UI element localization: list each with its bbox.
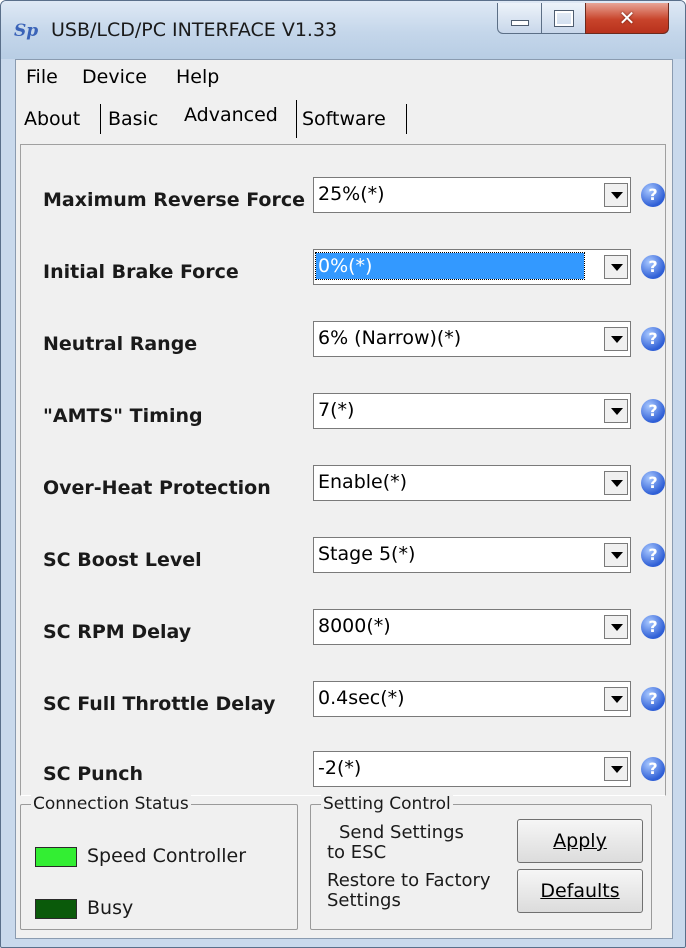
restore-line-2: Settings <box>327 890 401 911</box>
send-line-1: Send Settings <box>339 822 464 843</box>
advanced-settings-panel: Maximum Reverse Force 25%(*) ? Initial B… <box>20 144 666 796</box>
group-title: Connection Status <box>31 794 191 814</box>
help-icon[interactable]: ? <box>641 757 665 781</box>
tab-basic[interactable]: Basic <box>108 108 158 130</box>
chevron-down-icon[interactable] <box>604 183 628 207</box>
select-value: 7(*) <box>318 399 355 421</box>
sc-boost-level-select[interactable]: Stage 5(*) <box>313 537 631 573</box>
close-icon: ✕ <box>618 6 636 30</box>
setting-label: SC Boost Level <box>43 549 202 571</box>
select-value: 6% (Narrow)(*) <box>318 327 462 349</box>
app-icon: Sp <box>14 21 39 41</box>
help-icon[interactable]: ? <box>641 255 665 279</box>
sc-rpm-delay-select[interactable]: 8000(*) <box>313 609 631 645</box>
setting-label: Maximum Reverse Force <box>43 189 305 211</box>
select-value: Enable(*) <box>318 471 408 493</box>
chevron-down-icon[interactable] <box>604 327 628 351</box>
setting-label: Initial Brake Force <box>43 261 239 283</box>
select-value: 8000(*) <box>318 615 391 637</box>
title-bar[interactable]: Sp USB/LCD/PC INTERFACE V1.33 ✕ <box>1 1 685 59</box>
maximum-reverse-force-select[interactable]: 25%(*) <box>313 177 631 213</box>
minimize-icon <box>511 20 529 26</box>
select-value: 0%(*) <box>315 252 585 280</box>
setting-label: Neutral Range <box>43 333 198 355</box>
over-heat-protection-select[interactable]: Enable(*) <box>313 465 631 501</box>
tab-about[interactable]: About <box>24 108 80 130</box>
help-icon[interactable]: ? <box>641 183 665 207</box>
tab-divider <box>296 100 297 138</box>
chevron-down-icon[interactable] <box>604 471 628 495</box>
chevron-down-icon[interactable] <box>604 757 628 781</box>
close-button[interactable]: ✕ <box>585 3 669 34</box>
speed-controller-label: Speed Controller <box>87 845 247 867</box>
setting-label: Over-Heat Protection <box>43 477 271 499</box>
sc-punch-select[interactable]: -2(*) <box>313 751 631 787</box>
initial-brake-force-select[interactable]: 0%(*) <box>313 249 631 285</box>
client-area: File Device Help About Basic Advanced So… <box>15 59 673 939</box>
tab-divider <box>100 104 101 134</box>
setting-label: SC RPM Delay <box>43 621 192 643</box>
help-icon[interactable]: ? <box>641 615 665 639</box>
menu-device[interactable]: Device <box>82 66 147 88</box>
window-title: USB/LCD/PC INTERFACE V1.33 <box>51 19 338 41</box>
defaults-label: Defaults <box>540 880 620 902</box>
setting-label: SC Punch <box>43 763 144 785</box>
busy-led <box>35 899 77 919</box>
help-icon[interactable]: ? <box>641 471 665 495</box>
select-value: Stage 5(*) <box>318 543 416 565</box>
setting-label: SC Full Throttle Delay <box>43 693 276 715</box>
chevron-down-icon[interactable] <box>604 687 628 711</box>
busy-label: Busy <box>87 897 134 919</box>
amts-timing-select[interactable]: 7(*) <box>313 393 631 429</box>
setting-control-group: Setting Control Send Settings to ESC Res… <box>310 794 652 930</box>
speed-controller-led <box>35 847 77 867</box>
send-settings-text: Send Settings to ESC <box>327 823 464 863</box>
tab-divider <box>406 104 407 134</box>
chevron-down-icon[interactable] <box>604 615 628 639</box>
tab-software[interactable]: Software <box>302 108 386 130</box>
group-title: Setting Control <box>321 794 453 814</box>
defaults-button[interactable]: Defaults <box>517 869 643 913</box>
restore-line-1: Restore to Factory <box>327 870 491 891</box>
menu-bar: File Device Help <box>16 60 672 92</box>
menu-file[interactable]: File <box>26 66 58 88</box>
maximize-icon <box>554 9 574 27</box>
sc-full-throttle-delay-select[interactable]: 0.4sec(*) <box>313 681 631 717</box>
chevron-down-icon[interactable] <box>604 399 628 423</box>
app-window: Sp USB/LCD/PC INTERFACE V1.33 ✕ File Dev… <box>0 0 686 948</box>
setting-label: "AMTS" Timing <box>43 405 203 427</box>
tab-strip: About Basic Advanced Software <box>16 92 672 144</box>
menu-help[interactable]: Help <box>176 66 219 88</box>
select-value: -2(*) <box>318 757 362 779</box>
chevron-down-icon[interactable] <box>604 255 628 279</box>
apply-label: Apply <box>553 830 607 852</box>
help-icon[interactable]: ? <box>641 687 665 711</box>
help-icon[interactable]: ? <box>641 543 665 567</box>
select-value: 25%(*) <box>318 183 385 205</box>
help-icon[interactable]: ? <box>641 399 665 423</box>
send-line-2: to ESC <box>327 842 387 863</box>
restore-factory-text: Restore to Factory Settings <box>327 871 491 911</box>
tab-advanced[interactable]: Advanced <box>184 104 278 126</box>
neutral-range-select[interactable]: 6% (Narrow)(*) <box>313 321 631 357</box>
select-value: 0.4sec(*) <box>318 687 405 709</box>
apply-button[interactable]: Apply <box>517 819 643 863</box>
connection-status-group: Connection Status Speed Controller Busy <box>20 794 298 930</box>
minimize-button[interactable] <box>497 3 543 34</box>
help-icon[interactable]: ? <box>641 327 665 351</box>
maximize-button[interactable] <box>541 3 587 34</box>
chevron-down-icon[interactable] <box>604 543 628 567</box>
